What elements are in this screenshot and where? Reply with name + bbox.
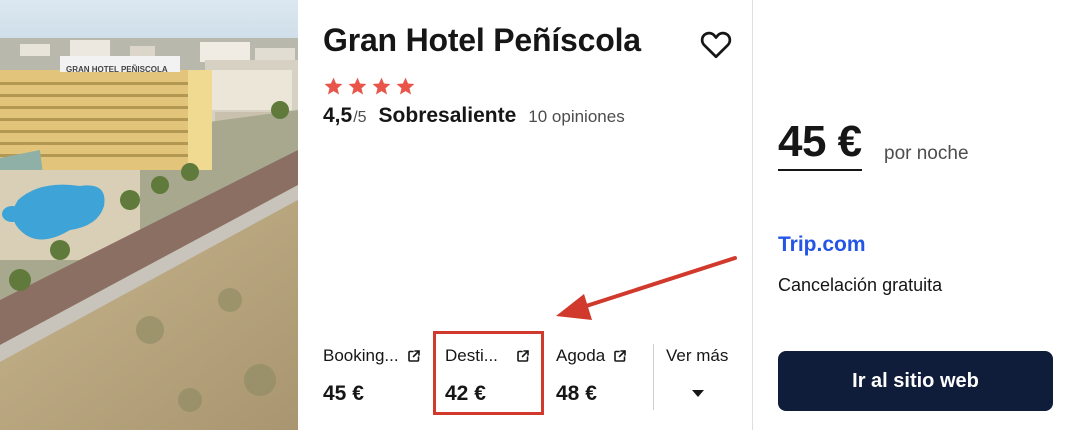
hotel-name[interactable]: Gran Hotel Peñíscola [323, 22, 641, 59]
external-link-icon [407, 350, 420, 362]
free-cancellation-label: Cancelación gratuita [778, 275, 943, 295]
see-more-label: Ver más [666, 346, 729, 365]
per-night-label: por noche [884, 143, 969, 164]
provider-name: Agoda [556, 346, 606, 365]
offer-site-name[interactable]: Trip.com [778, 233, 866, 257]
favorite-heart-icon[interactable] [698, 26, 734, 62]
star-rating [323, 76, 416, 97]
provider-price: 45 € [323, 382, 364, 405]
provider-name: Booking... [323, 346, 399, 365]
hotel-card: GRAN HOTEL PEÑISCOLA Gran Hotel Peñíscol… [0, 0, 1072, 430]
go-to-website-button[interactable]: Ir al sitio web [778, 351, 1053, 411]
annotation-arrow [556, 256, 737, 320]
highlight-box [433, 331, 544, 415]
column-divider [752, 0, 753, 430]
offer-site-text: Trip.com [778, 233, 866, 256]
star-icon [348, 77, 367, 95]
review-count[interactable]: 10 opiniones [528, 107, 624, 127]
review-score-max: /5 [353, 109, 367, 126]
see-more-button[interactable]: Ver más [666, 346, 728, 398]
provider-price: 48 € [556, 382, 597, 405]
hotel-photo[interactable]: GRAN HOTEL PEÑISCOLA [0, 0, 298, 430]
review-summary: 4,5 /5 Sobresaliente 10 opiniones [323, 104, 625, 128]
main-price: 45 € [778, 117, 862, 171]
review-label: Sobresaliente [378, 104, 517, 127]
star-icon [396, 77, 415, 95]
providers-divider [653, 344, 654, 410]
review-score: 4,5 [323, 104, 353, 127]
svg-text:GRAN HOTEL PEÑISCOLA: GRAN HOTEL PEÑISCOLA [66, 65, 168, 74]
provider-booking[interactable]: Booking... 45 € [323, 346, 421, 406]
star-icon [372, 77, 391, 95]
provider-agoda[interactable]: Agoda 48 € [556, 346, 627, 406]
external-link-icon [614, 350, 626, 362]
star-icon [324, 77, 343, 95]
caret-down-icon [692, 390, 704, 397]
